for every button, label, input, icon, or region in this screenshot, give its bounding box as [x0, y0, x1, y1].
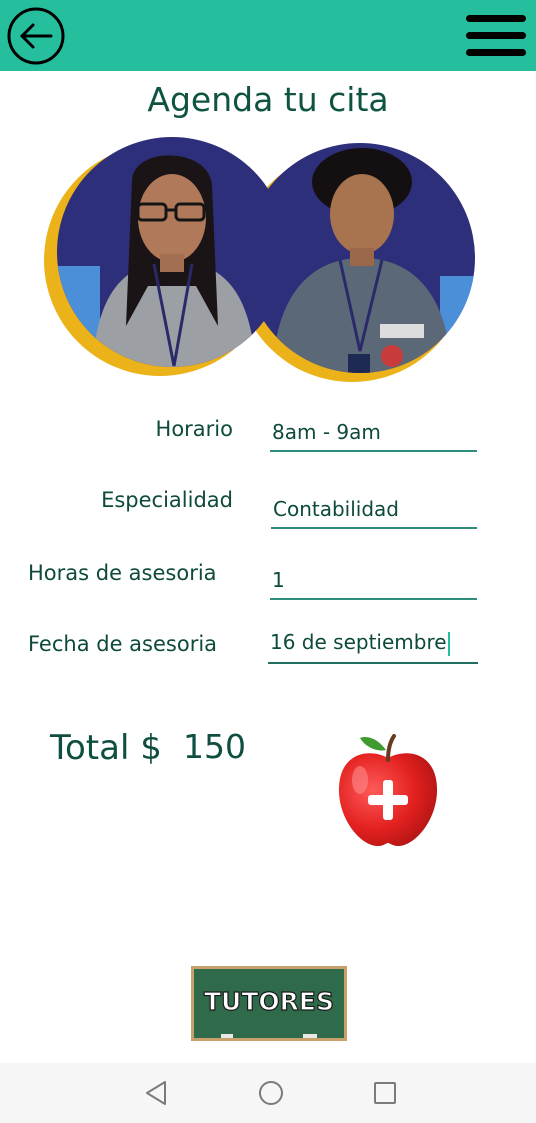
especialidad-field[interactable]: Contabilidad	[271, 497, 477, 529]
app-bar	[0, 0, 536, 71]
menu-button[interactable]	[464, 12, 528, 60]
square-recents-icon	[374, 1082, 396, 1104]
page-title: Agenda tu cita	[147, 80, 389, 119]
circle-home-icon	[259, 1081, 283, 1105]
arrow-left-circle-icon	[7, 7, 65, 65]
fecha-field[interactable]: 16 de septiembre	[268, 630, 478, 664]
tutor-photos	[40, 136, 480, 386]
system-home-button[interactable]	[253, 1075, 289, 1111]
apple-plus-icon	[338, 734, 438, 846]
tutores-logo: TUTORES	[191, 966, 347, 1041]
especialidad-value: Contabilidad	[273, 497, 399, 521]
horario-label: Horario	[155, 417, 233, 441]
system-nav-bar	[0, 1063, 536, 1123]
triangle-back-icon	[146, 1081, 166, 1105]
horas-label: Horas de asesoria	[28, 561, 217, 585]
text-cursor	[447, 631, 450, 656]
fecha-label: Fecha de asesoria	[28, 632, 218, 656]
system-recents-button[interactable]	[367, 1075, 403, 1111]
system-back-button[interactable]	[139, 1075, 175, 1111]
total-label: Total $	[50, 728, 162, 768]
horas-value: 1	[272, 568, 285, 592]
hamburger-menu-icon	[466, 15, 526, 56]
horario-field[interactable]: 8am - 9am	[270, 420, 477, 452]
horario-value: 8am - 9am	[272, 420, 381, 444]
horas-field[interactable]: 1	[270, 568, 477, 600]
add-appointment-button[interactable]	[330, 730, 446, 852]
logo-text: TUTORES	[204, 987, 334, 1016]
fecha-value: 16 de septiembre	[270, 630, 447, 654]
especialidad-label: Especialidad	[101, 488, 233, 512]
total-value: 150	[183, 727, 246, 766]
back-button[interactable]	[6, 6, 66, 66]
